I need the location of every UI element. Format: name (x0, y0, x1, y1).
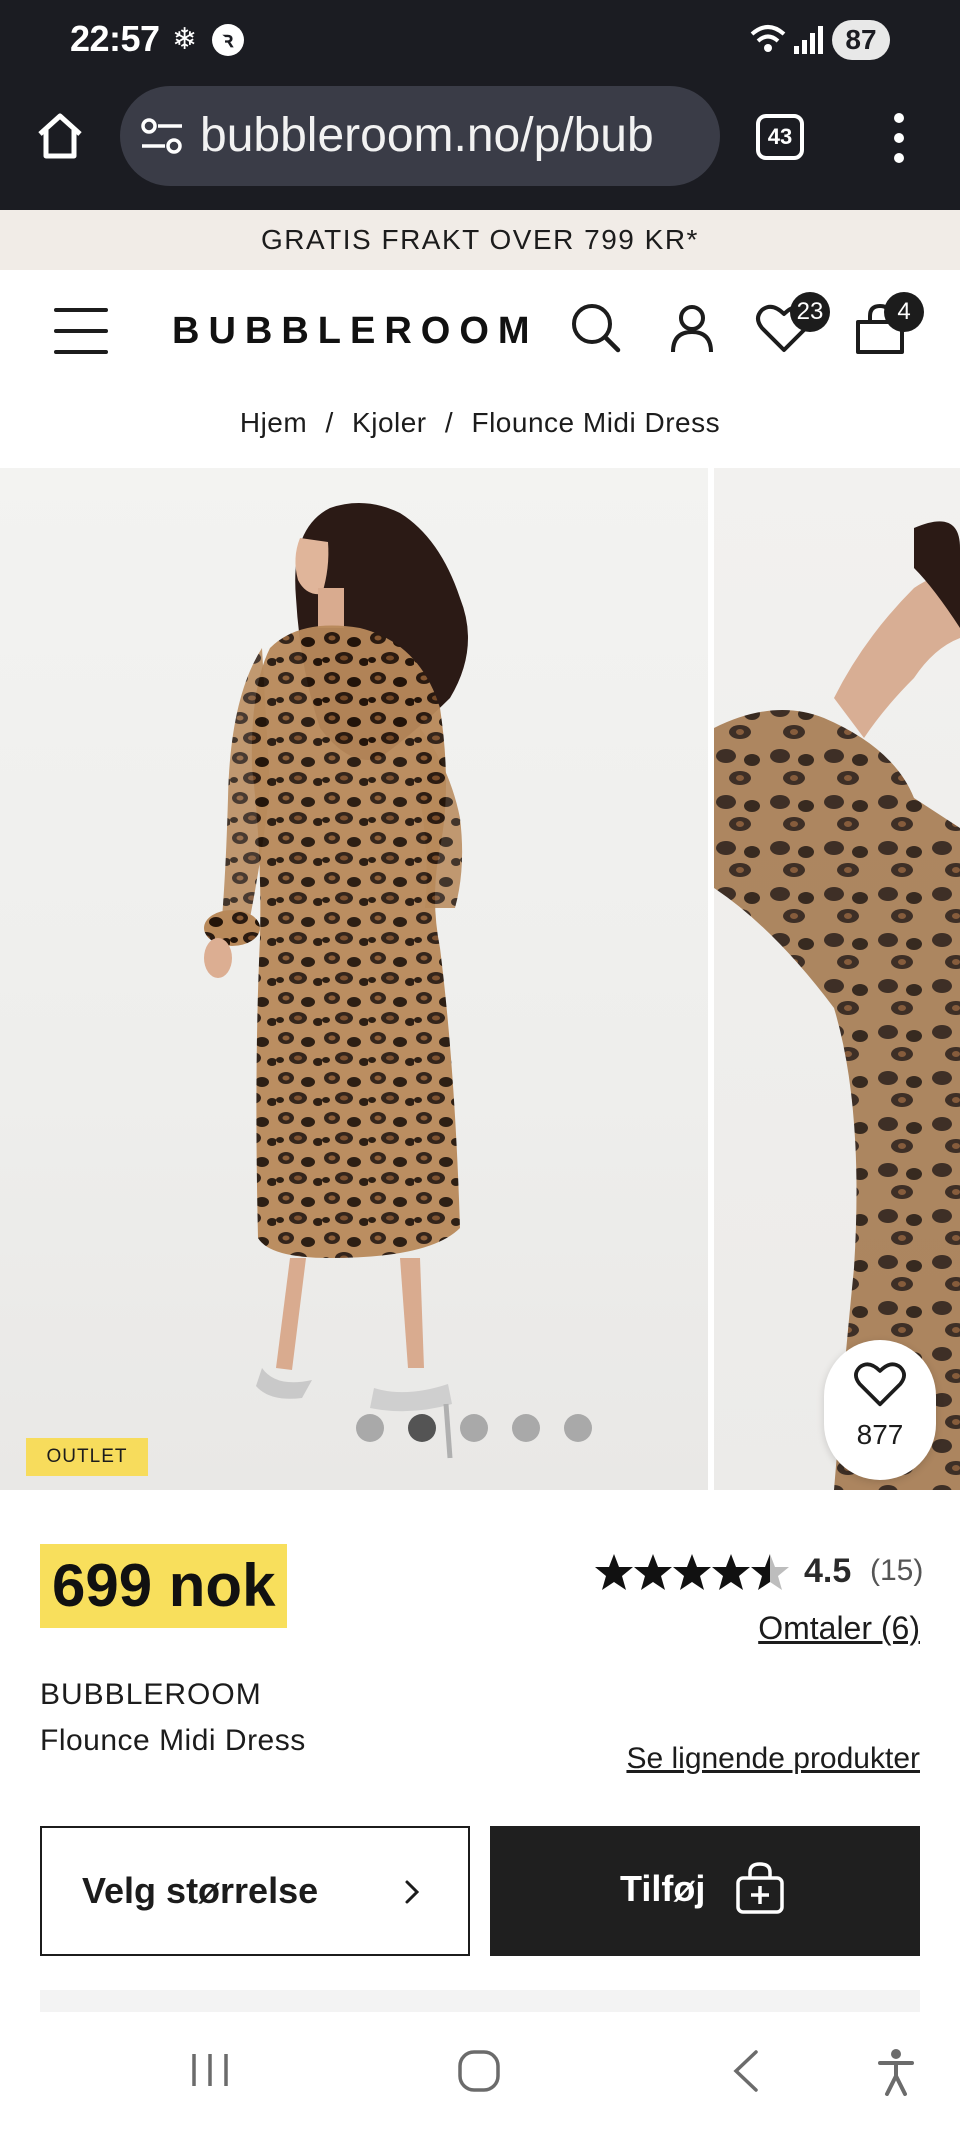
battery-icon: 87 (832, 20, 890, 60)
back-icon[interactable] (730, 2048, 762, 2094)
gallery-dot[interactable] (512, 1414, 540, 1442)
promo-banner[interactable]: GRATIS FRAKT OVER 799 KR* (0, 208, 960, 270)
similar-products-link[interactable]: Se lignende produkter (626, 1742, 920, 1776)
outlet-badge: OUTLET (26, 1438, 148, 1476)
product-name: Flounce Midi Dress (40, 1724, 306, 1757)
site-settings-icon[interactable] (140, 116, 184, 156)
home-nav-icon[interactable] (456, 2048, 502, 2094)
product-gallery[interactable]: OUTLET 877 (0, 468, 960, 1490)
search-icon[interactable] (566, 298, 626, 358)
breadcrumb-item-dresses[interactable]: Kjoler (352, 398, 427, 448)
tabs-icon[interactable]: 43 (756, 114, 804, 160)
menu-icon[interactable] (54, 308, 108, 354)
rating-stars-icon (595, 1554, 789, 1590)
promo-text: GRATIS FRAKT OVER 799 KR* (261, 224, 699, 255)
select-size-label: Velg størrelse (82, 1870, 319, 1911)
favorite-button[interactable]: 877 (824, 1340, 936, 1480)
system-nav-bar (0, 2012, 960, 2133)
gallery-dot[interactable] (564, 1414, 592, 1442)
cart-count-badge: 4 (884, 292, 924, 332)
accessibility-icon[interactable] (876, 2048, 916, 2096)
content-divider (40, 1990, 920, 2012)
add-to-bag-icon (736, 1862, 784, 1914)
recent-apps-icon[interactable] (188, 2048, 232, 2092)
account-icon[interactable] (662, 298, 722, 358)
add-to-cart-label: Tilføj (620, 1868, 706, 1909)
gallery-dot[interactable] (356, 1414, 384, 1442)
breadcrumb: Hjem / Kjoler / Flounce Midi Dress (0, 398, 960, 448)
overflow-menu-icon[interactable] (884, 108, 914, 168)
reviews-link[interactable]: Omtaler (6) (758, 1610, 920, 1647)
breadcrumb-item-current: Flounce Midi Dress (471, 407, 721, 438)
home-icon[interactable] (32, 108, 88, 164)
product-price: 699 nok (40, 1544, 288, 1628)
favorite-count: 877 (856, 1419, 904, 1450)
browser-toolbar: bubbleroom.no/p/bub 43 (0, 80, 960, 208)
site-header: BUBBLEROOM 23 4 (0, 270, 960, 390)
heart-outline-icon (854, 1362, 906, 1407)
product-image-next[interactable] (714, 468, 960, 1490)
site-logo[interactable]: BUBBLEROOM (172, 310, 539, 353)
breadcrumb-separator: / (444, 407, 454, 438)
product-brand[interactable]: BUBBLEROOM (40, 1678, 262, 1712)
wishlist-count-badge: 23 (790, 292, 830, 332)
breadcrumb-item-home[interactable]: Hjem (240, 398, 307, 448)
chevron-right-icon (405, 1880, 420, 1904)
gallery-dot-active[interactable] (408, 1414, 436, 1442)
product-image-main[interactable] (0, 468, 708, 1490)
snowflake-icon: ❄ (172, 23, 198, 56)
add-to-cart-button[interactable]: Tilføj (490, 1826, 920, 1956)
address-bar[interactable]: bubbleroom.no/p/bub (120, 86, 720, 186)
rating-count: (15) (870, 1554, 924, 1587)
gallery-dot[interactable] (460, 1414, 488, 1442)
url-text: bubbleroom.no/p/bub (200, 109, 654, 162)
rating-value: 4.5 (804, 1552, 852, 1590)
wifi-icon (750, 25, 786, 52)
status-bar: 22:57 ❄ ꝛ 87 (0, 0, 960, 80)
app-notification-icon: ꝛ (212, 24, 244, 56)
status-time: 22:57 (70, 18, 160, 59)
select-size-button[interactable]: Velg størrelse (40, 1826, 470, 1956)
signal-icon (794, 26, 823, 54)
breadcrumb-separator: / (325, 407, 334, 438)
